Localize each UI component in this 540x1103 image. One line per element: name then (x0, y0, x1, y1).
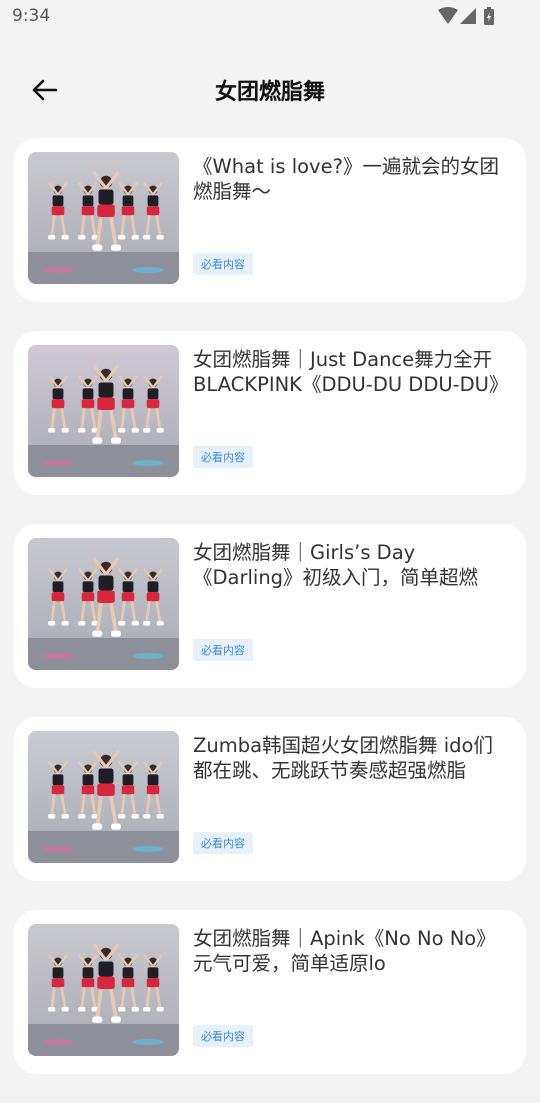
video-title: 女团燃脂舞｜Apink《No No No》元气可爱，简单适原lo (193, 927, 496, 975)
video-card[interactable]: 《What is love?》一遍就会的女团燃脂舞～ 必看内容 (14, 138, 526, 302)
cellular-signal-icon (460, 8, 476, 24)
video-title: 女团燃脂舞｜Girls’s Day《Darling》初级入门，简单超燃 (193, 541, 479, 589)
must-watch-tag: 必看内容 (193, 639, 253, 661)
video-card[interactable]: Zumba韩国超火女团燃脂舞 ido们都在跳、无跳跃节奏感超强燃脂必看内容 (14, 717, 526, 881)
video-title: Zumba韩国超火女团燃脂舞 ido们都在跳、无跳跃节奏感超强燃脂 (193, 734, 493, 782)
video-title: 《What is love?》一遍就会的女团燃脂舞～ (193, 155, 499, 203)
video-thumbnail (28, 924, 179, 1056)
must-watch-tag: 必看内容 (193, 446, 253, 468)
video-thumbnail (28, 345, 179, 477)
video-title: 女团燃脂舞｜Just Dance舞力全开BLACKPINK《DDU-DU DDU… (193, 348, 509, 396)
video-thumbnail (28, 731, 179, 863)
wifi-icon (438, 7, 458, 24)
must-watch-tag: 必看内容 (193, 832, 253, 854)
video-list: 《What is love?》一遍就会的女团燃脂舞～ 必看内容 女团燃脂舞｜Ju… (14, 138, 526, 1103)
video-card[interactable]: 女团燃脂舞｜Girls’s Day《Darling》初级入门，简单超燃必看内容 (14, 524, 526, 688)
battery-icon (484, 7, 494, 25)
status-bar: 9:34 (0, 0, 540, 34)
video-thumbnail (28, 152, 179, 284)
video-card[interactable]: 女团燃脂舞｜Apink《No No No》元气可爱，简单适原lo 必看内容 (14, 910, 526, 1074)
video-card[interactable]: 女团燃脂舞｜Just Dance舞力全开BLACKPINK《DDU-DU DDU… (14, 331, 526, 495)
status-time: 9:34 (12, 6, 51, 26)
status-icons (438, 7, 502, 25)
must-watch-tag: 必看内容 (193, 253, 253, 275)
page-title: 女团燃脂舞 (214, 80, 325, 105)
video-thumbnail (28, 538, 179, 670)
must-watch-tag: 必看内容 (193, 1025, 253, 1047)
app-bar: 女团燃脂舞 (0, 62, 540, 118)
